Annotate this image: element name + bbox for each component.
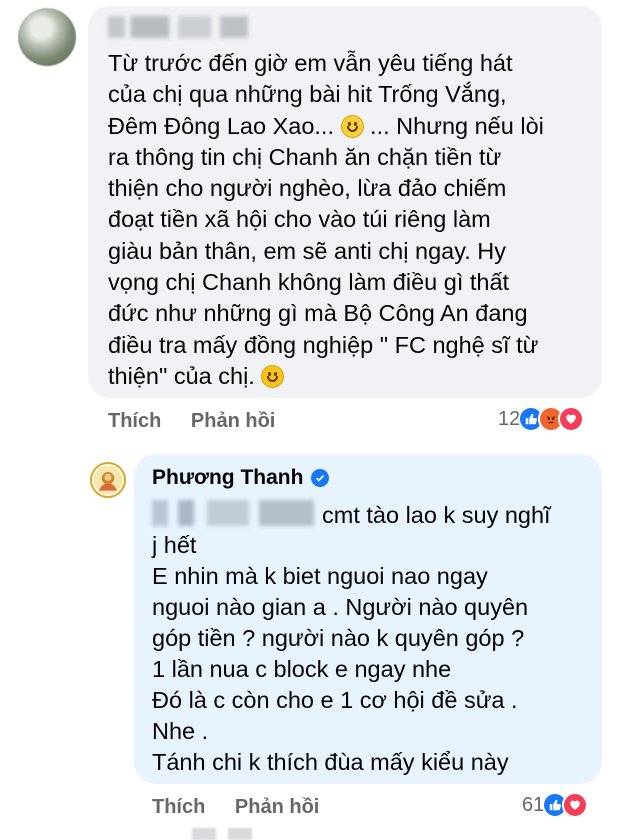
reply-author: Phương Thanh — [152, 466, 330, 490]
comment-reactions[interactable]: 12 — [498, 406, 585, 432]
comment-text: Từ trước đến giờ em vẫn yêu tiếng hát củ… — [108, 48, 594, 392]
cut-off-content — [192, 828, 252, 840]
reply-text-first-line: cmt tào lao k suy nghĩ — [322, 502, 551, 528]
reply-button[interactable]: Phản hồi — [191, 410, 275, 432]
comment-text-part2: ... Nhưng nếu lòi ra thông tin chị Chanh… — [108, 112, 544, 389]
reply-reaction-count[interactable]: 61 — [522, 794, 544, 817]
commenter-avatar[interactable] — [18, 8, 76, 66]
reply-actions: Thích Phản hồi — [152, 796, 343, 819]
reply-author-name[interactable]: Phương Thanh — [152, 466, 303, 490]
mentioned-user-redacted[interactable] — [152, 500, 314, 526]
smile-emoji-icon — [261, 364, 285, 388]
reply-reactions[interactable]: 61 — [522, 792, 589, 818]
reaction-count[interactable]: 12 — [498, 408, 520, 431]
reply-text: j hết E nhin mà k biet nguoi nao ngay ng… — [152, 532, 529, 775]
commenter-name-redacted[interactable] — [108, 16, 248, 38]
reply-reply-button[interactable]: Phản hồi — [235, 796, 319, 818]
reply-author-avatar[interactable] — [90, 462, 126, 498]
comment-actions: Thích Phản hồi — [108, 410, 299, 433]
love-reaction-icon — [562, 792, 589, 818]
reply-like-button[interactable]: Thích — [152, 796, 205, 818]
verified-badge-icon — [311, 469, 330, 487]
like-button[interactable]: Thích — [108, 410, 161, 432]
love-reaction-icon — [558, 406, 585, 432]
blush-smile-emoji-icon — [340, 114, 364, 138]
